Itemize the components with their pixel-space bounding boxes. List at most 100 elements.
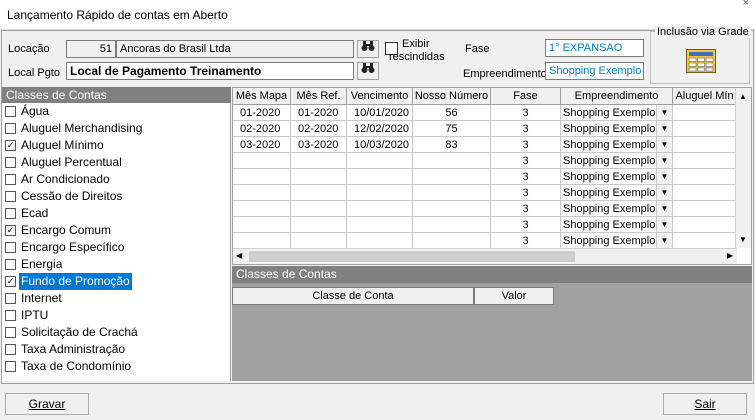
grid-column-header[interactable]: Empreendimento — [561, 88, 673, 105]
grid-cell[interactable]: 3 — [491, 153, 561, 169]
class-item[interactable]: Água — [2, 103, 230, 120]
grid-cell[interactable]: 3 — [491, 201, 561, 217]
locacao-name-field[interactable]: Ancoras do Brasil Ltda — [116, 40, 354, 58]
grid-column-header[interactable]: Mês Ref. — [291, 88, 347, 105]
scroll-left-icon[interactable]: ◀ — [236, 251, 242, 260]
grid-cell[interactable] — [673, 137, 737, 153]
grid-cell[interactable] — [413, 201, 491, 217]
class-item[interactable]: Ar Condicionado — [2, 171, 230, 188]
grid-cell[interactable]: Shopping Exemplo ▼ — [561, 121, 673, 137]
grid-cell[interactable] — [233, 217, 291, 233]
grid-cell[interactable] — [673, 105, 737, 121]
grid-cell[interactable]: 3 — [491, 169, 561, 185]
grid-cell[interactable]: 3 — [491, 137, 561, 153]
dropdown-arrow-icon[interactable]: ▼ — [656, 185, 672, 200]
grid-cell[interactable] — [347, 153, 413, 169]
class-checkbox[interactable]: ✓ — [5, 276, 16, 287]
class-item[interactable]: Taxa Administração — [2, 341, 230, 358]
grid-cell[interactable] — [673, 233, 737, 249]
grid-cell[interactable]: 03-2020 — [233, 137, 291, 153]
grid-cell[interactable]: Shopping Exemplo ▼ — [561, 137, 673, 153]
grid-cell[interactable] — [347, 201, 413, 217]
grid-cell[interactable] — [673, 185, 737, 201]
scroll-up-icon[interactable]: ▲ — [739, 92, 747, 101]
grid-column-header[interactable]: Mês Mapa — [233, 88, 291, 105]
grid-cell[interactable]: 02-2020 — [291, 121, 347, 137]
scroll-right-icon[interactable]: ▶ — [727, 251, 733, 260]
grid-cell[interactable] — [233, 201, 291, 217]
grid-cell[interactable] — [413, 217, 491, 233]
class-item[interactable]: Internet — [2, 290, 230, 307]
grid-cell[interactable] — [233, 169, 291, 185]
grid-cell[interactable]: 10/03/2020 — [347, 137, 413, 153]
grid-cell[interactable] — [291, 185, 347, 201]
class-item[interactable]: Taxa de Condomínio — [2, 358, 230, 375]
grid-cell[interactable]: Shopping Exemplo ▼ — [561, 153, 673, 169]
grid-cell[interactable]: Shopping Exemplo ▼ — [561, 185, 673, 201]
dropdown-arrow-icon[interactable]: ▼ — [656, 105, 672, 120]
grid-cell[interactable]: Shopping Exemplo ▼ — [561, 233, 673, 249]
grid-cell[interactable]: 3 — [491, 121, 561, 137]
class-item[interactable]: Cessão de Direitos — [2, 188, 230, 205]
grid-cell[interactable] — [413, 169, 491, 185]
grid-cell[interactable] — [291, 201, 347, 217]
grid-cell[interactable]: 56 — [413, 105, 491, 121]
grid-cell[interactable] — [347, 217, 413, 233]
scroll-down-icon[interactable]: ▼ — [739, 235, 747, 244]
grid-column-header[interactable]: Nosso Número — [413, 88, 491, 105]
grid-cell[interactable]: 10/01/2020 — [347, 105, 413, 121]
grid-cell[interactable]: Shopping Exemplo ▼ — [561, 169, 673, 185]
grid-cell[interactable] — [291, 217, 347, 233]
class-checkbox[interactable] — [5, 157, 16, 168]
grid-cell[interactable] — [233, 233, 291, 249]
class-item[interactable]: Encargo Específico — [2, 239, 230, 256]
class-checkbox[interactable] — [5, 310, 16, 321]
class-checkbox[interactable] — [5, 174, 16, 185]
grid-cell[interactable]: 3 — [491, 233, 561, 249]
grid-cell[interactable] — [291, 169, 347, 185]
class-item[interactable]: Ecad — [2, 205, 230, 222]
class-item[interactable]: Energia — [2, 256, 230, 273]
class-checkbox[interactable] — [5, 208, 16, 219]
grid-horizontal-scrollbar[interactable]: ◀ ▶ — [233, 248, 737, 264]
grid-cell[interactable] — [413, 233, 491, 249]
grid-cell[interactable] — [673, 121, 737, 137]
class-checkbox[interactable] — [5, 344, 16, 355]
grid-cell[interactable]: Shopping Exemplo ▼ — [561, 201, 673, 217]
grid-cell[interactable] — [413, 153, 491, 169]
grid-cell[interactable] — [673, 217, 737, 233]
grid-cell[interactable] — [347, 185, 413, 201]
class-checkbox[interactable]: ✓ — [5, 140, 16, 151]
grid-cell[interactable]: 03-2020 — [291, 137, 347, 153]
class-checkbox[interactable] — [5, 191, 16, 202]
grid-cell[interactable]: 01-2020 — [291, 105, 347, 121]
grid-cell[interactable]: 01-2020 — [233, 105, 291, 121]
grid-column-header[interactable]: Aluguel Mín — [673, 88, 737, 105]
grid-cell[interactable]: Shopping Exemplo ▼ — [561, 217, 673, 233]
class-checkbox[interactable] — [5, 293, 16, 304]
class-checkbox[interactable] — [5, 259, 16, 270]
fase-field[interactable]: 1° EXPANSAO — [545, 39, 644, 57]
class-checkbox[interactable] — [5, 123, 16, 134]
grid-cell[interactable]: 12/02/2020 — [347, 121, 413, 137]
grid-cell[interactable] — [233, 153, 291, 169]
class-checkbox[interactable]: ✓ — [5, 225, 16, 236]
grid-cell[interactable] — [673, 169, 737, 185]
class-checkbox[interactable] — [5, 242, 16, 253]
grid-cell[interactable] — [413, 185, 491, 201]
grid-column-header[interactable]: Fase — [491, 88, 561, 105]
scroll-thumb[interactable] — [249, 251, 575, 262]
grid-cell[interactable]: 83 — [413, 137, 491, 153]
classe-de-conta-header[interactable]: Classe de Conta — [232, 287, 474, 305]
local-pgto-field[interactable]: Local de Pagamento Treinamento — [66, 62, 354, 80]
empreendimento-field[interactable]: Shopping Exemplo — [545, 62, 644, 80]
sair-button[interactable]: Sair — [663, 393, 747, 415]
grid-cell[interactable] — [673, 201, 737, 217]
grid-cell[interactable]: Shopping Exemplo ▼ — [561, 105, 673, 121]
grid-cell[interactable] — [347, 233, 413, 249]
grid-cell[interactable] — [233, 185, 291, 201]
class-item[interactable]: IPTU — [2, 307, 230, 324]
class-item[interactable]: Solicitação de Crachá — [2, 324, 230, 341]
dropdown-arrow-icon[interactable]: ▼ — [656, 233, 672, 248]
class-checkbox[interactable] — [5, 361, 16, 372]
